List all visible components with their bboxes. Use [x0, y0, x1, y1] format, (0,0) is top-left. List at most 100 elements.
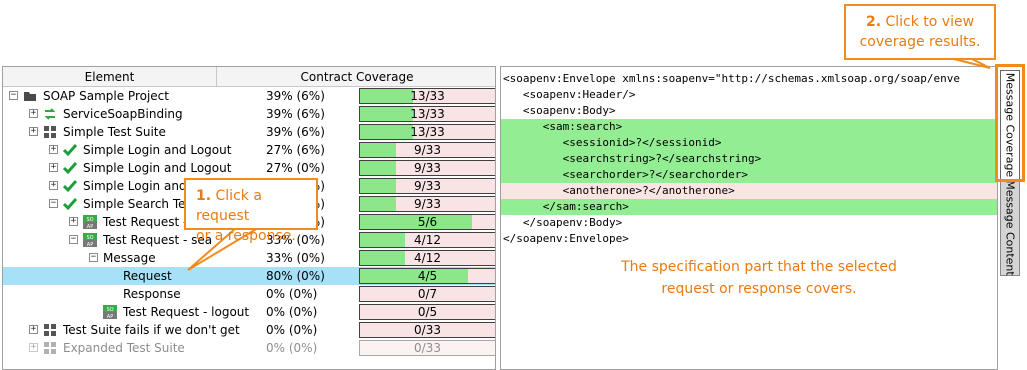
svg-text:AP: AP — [87, 242, 93, 247]
xml-line: <anotherone>?</anotherone> — [501, 183, 997, 199]
row-coverage-percent: 27% (6%) — [266, 143, 325, 157]
checkmark-icon — [62, 161, 78, 175]
column-header-element[interactable]: Element — [3, 67, 217, 87]
coverage-bar-ratio: 0/7 — [417, 287, 438, 301]
row-label: Expanded Test Suite — [63, 341, 185, 355]
collapse-toggle[interactable]: − — [49, 199, 58, 208]
table-row[interactable]: − SOAP Sample Project 39% (6%) 13/33 — [3, 87, 495, 105]
coverage-bar-ratio: 0/33 — [414, 323, 441, 337]
svg-text:SO: SO — [86, 235, 93, 241]
svg-text:SO: SO — [86, 217, 93, 223]
table-row[interactable]: + Simple Login and Logout 27% (6%) 9/33 — [3, 141, 495, 159]
coverage-bar-ratio: 9/33 — [414, 179, 441, 193]
table-row[interactable]: SO AP Test Request - logout 0% (0%) 0/5 — [3, 303, 495, 321]
coverage-bar-ratio: 9/33 — [414, 161, 441, 175]
coverage-bar-ratio: 9/33 — [414, 197, 441, 211]
callout-click-request: 1. Click a request or a response. — [184, 178, 318, 244]
xml-line: <soapenv:Envelope xmlns:soapenv="http://… — [503, 72, 960, 85]
row-coverage-percent: 0% (0%) — [266, 323, 318, 337]
coverage-bar: 9/33 — [359, 160, 495, 176]
row-coverage-percent: 0% (0%) — [266, 287, 318, 301]
tab-message-content-label: Message Content — [1003, 180, 1017, 276]
coverage-bar: 4/5 — [359, 268, 495, 284]
callout-1-number: 1. — [196, 188, 212, 204]
row-label: Simple Login and Logout — [83, 143, 232, 157]
coverage-bar: 4/12 — [359, 232, 495, 248]
expand-toggle[interactable]: + — [49, 181, 58, 190]
xml-line: </soapenv:Body> — [503, 216, 623, 229]
checkmark-icon — [62, 197, 78, 211]
coverage-bar: 5/6 — [359, 214, 495, 230]
coverage-bar-ratio: 4/12 — [414, 251, 441, 265]
row-label: Test Suite fails if we don't get — [63, 323, 240, 337]
coverage-bar-ratio: 0/33 — [414, 341, 441, 355]
coverage-note: The specification part that the selected… — [621, 259, 897, 297]
row-coverage-percent: 33% (0%) — [266, 251, 325, 265]
tab-highlight-frame — [995, 64, 1025, 182]
soap-request-icon: SO AP — [83, 215, 97, 230]
callout-2-number: 2. — [865, 14, 882, 30]
row-coverage-percent: 80% (0%) — [266, 269, 325, 283]
expand-toggle[interactable]: + — [29, 127, 38, 136]
xml-line: <searchstring>?</searchstring> — [501, 151, 997, 167]
column-header-contract-coverage[interactable]: Contract Coverage — [217, 67, 495, 87]
row-label: Response — [123, 287, 181, 301]
xml-line: </soapenv:Envelope> — [503, 232, 629, 245]
coverage-bar-ratio: 13/33 — [410, 89, 445, 103]
folder-icon — [23, 89, 37, 103]
binding-arrows-icon — [43, 107, 57, 121]
table-row[interactable]: + Test Suite fails if we don't get 0% (0%)… — [3, 321, 495, 339]
coverage-bar: 13/33 — [359, 124, 495, 140]
table-header: Element Contract Coverage — [3, 67, 495, 87]
coverage-bar-ratio: 9/33 — [414, 143, 441, 157]
xml-line: <soapenv:Header/> — [503, 88, 636, 101]
collapse-toggle[interactable]: − — [69, 235, 78, 244]
coverage-bar: 4/12 — [359, 250, 495, 266]
xml-message-view: <soapenv:Envelope xmlns:soapenv="http://… — [500, 66, 998, 370]
table-row[interactable]: + Simple Login and Logout 27% (0%) 9/33 — [3, 159, 495, 177]
coverage-bar: 9/33 — [359, 196, 495, 212]
coverage-bar-ratio: 13/33 — [410, 125, 445, 139]
coverage-bar-ratio: 5/6 — [417, 215, 438, 229]
table-row[interactable]: − Message 33% (0%) 4/12 — [3, 249, 495, 267]
xml-line: <searchorder>?</searchorder> — [501, 167, 997, 183]
row-label: Message — [103, 251, 156, 265]
checkmark-icon — [62, 179, 78, 193]
xml-line: </sam:search> — [501, 199, 997, 215]
row-coverage-percent: 39% (6%) — [266, 125, 325, 139]
coverage-bar: 9/33 — [359, 178, 495, 194]
xml-line: <soapenv:Body> — [503, 104, 616, 117]
coverage-bar-ratio: 0/5 — [417, 305, 438, 319]
row-coverage-percent: 39% (6%) — [266, 107, 325, 121]
expand-toggle[interactable]: + — [49, 163, 58, 172]
expand-toggle[interactable]: + — [49, 145, 58, 154]
row-coverage-percent: 39% (6%) — [266, 89, 325, 103]
test-suite-grid-icon — [43, 125, 57, 139]
row-label: Simple Test Suite — [63, 125, 166, 139]
table-row[interactable]: + Simple Test Suite 39% (6%) 13/33 — [3, 123, 495, 141]
table-row[interactable]: + ServiceSoapBinding 39% (6%) 13/33 — [3, 105, 495, 123]
coverage-bar: 0/33 — [359, 322, 495, 338]
table-row[interactable]: Response 0% (0%) 0/7 — [3, 285, 495, 303]
coverage-bar: 0/33 — [359, 340, 495, 356]
coverage-bar: 0/7 — [359, 286, 495, 302]
row-label: Request — [123, 269, 172, 283]
table-row[interactable]: + Expanded Test Suite 0% (0%) 0/33 — [3, 339, 495, 357]
expand-toggle[interactable]: + — [69, 217, 78, 226]
test-suite-grid-icon — [43, 323, 57, 337]
collapse-toggle[interactable]: − — [89, 253, 98, 262]
collapse-toggle[interactable]: − — [9, 91, 18, 100]
expand-toggle[interactable]: + — [29, 343, 38, 352]
callout-1-text-b: or a response. — [196, 228, 296, 244]
coverage-bar-ratio: 4/5 — [417, 269, 438, 283]
expand-toggle[interactable]: + — [29, 325, 38, 334]
row-label: Test Request - logout — [123, 305, 250, 319]
coverage-bar: 13/33 — [359, 88, 495, 104]
callout-view-coverage: 2. Click to view coverage results. — [844, 4, 996, 60]
svg-text:AP: AP — [107, 314, 113, 319]
table-row[interactable]: Request 80% (0%) 4/5 — [3, 267, 495, 285]
row-coverage-percent: 27% (0%) — [266, 161, 325, 175]
tab-message-content[interactable]: Message Content — [1000, 180, 1020, 276]
row-label: SOAP Sample Project — [43, 89, 169, 103]
expand-toggle[interactable]: + — [29, 109, 38, 118]
